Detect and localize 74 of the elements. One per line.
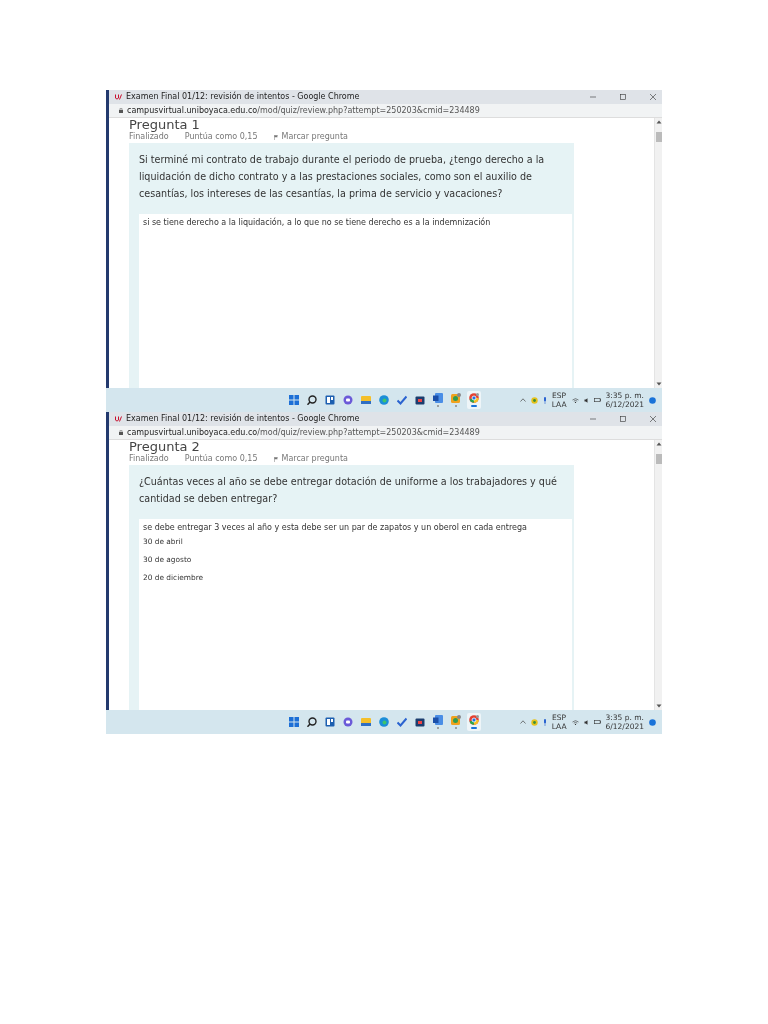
maximize-icon[interactable]: [620, 94, 626, 100]
browser-icon[interactable]: [379, 395, 389, 405]
question-text: Si terminé mi contrato de trabajo durante el periodo de prueba, ¿tengo derecho a la liquidación de dicho contrato y a las prestaciones sociales, como son el auxilio de cesantías, los intereses de las cesantías, la prima de servicio y vacaciones?: [139, 153, 546, 201]
bag-icon[interactable]: [415, 395, 425, 405]
close-icon[interactable]: [650, 94, 656, 100]
battery-icon[interactable]: [593, 720, 601, 724]
wifi-icon[interactable]: [571, 719, 579, 725]
folder-icon[interactable]: [361, 395, 371, 405]
browser-icon[interactable]: [379, 717, 389, 727]
flag-question-link[interactable]: Marcar pregunta: [273, 131, 348, 143]
close-icon[interactable]: [650, 416, 656, 422]
checkmark-icon[interactable]: [397, 395, 407, 405]
lock-icon: [119, 108, 123, 113]
lock-icon: [119, 430, 123, 435]
browser-icon[interactable]: [469, 715, 479, 726]
folder-icon[interactable]: [361, 717, 371, 727]
address-bar[interactable]: campusvirtual.uniboyaca.edu.co/mod/quiz/review.php?attempt=250203&cmid=234489: [109, 104, 662, 118]
speaker-icon[interactable]: [583, 397, 589, 403]
question-score: Puntúa como 0,15: [184, 132, 258, 143]
chevron-up-icon[interactable]: [519, 398, 526, 402]
question-state: Finalizado: [129, 131, 169, 143]
window-title: Examen Final 01/12: revisión de intentos - Google Chrome: [126, 413, 361, 425]
question-state: Finalizado: [129, 453, 169, 465]
browser-icon[interactable]: [469, 393, 479, 404]
microphone-icon[interactable]: [542, 718, 547, 726]
panel-icon[interactable]: [325, 395, 335, 405]
chevron-up-icon[interactable]: [519, 720, 526, 724]
scrollbar-thumb[interactable]: [655, 454, 662, 464]
microphone-icon[interactable]: [542, 396, 547, 404]
flag-question-link[interactable]: Marcar pregunta: [273, 453, 348, 465]
circle-icon[interactable]: [530, 718, 538, 726]
site-logo-icon: [115, 94, 122, 100]
address-bar[interactable]: campusvirtual.uniboyaca.edu.co/mod/quiz/review.php?attempt=250203&cmid=234489: [109, 426, 662, 440]
photo-icon[interactable]: [451, 393, 461, 404]
running-indicator: [471, 727, 477, 729]
grid-icon[interactable]: [289, 395, 299, 405]
page-url: campusvirtual.uniboyaca.edu.co/mod/quiz/review.php?attempt=250203&cmid=234489: [127, 104, 480, 117]
question-heading: Pregunta 1: [129, 118, 200, 131]
grid-icon[interactable]: [289, 717, 299, 727]
question-heading: Pregunta 2: [129, 440, 200, 453]
checkmark-icon[interactable]: [397, 717, 407, 727]
search-icon[interactable]: [307, 395, 317, 405]
notification-badge-icon[interactable]: [649, 718, 656, 726]
running-indicator: [471, 405, 477, 407]
battery-icon[interactable]: [593, 398, 601, 402]
circle-icon[interactable]: [530, 396, 538, 404]
document-icon[interactable]: [433, 715, 443, 726]
wifi-icon[interactable]: [571, 397, 579, 403]
site-logo-icon: [115, 416, 122, 422]
page-url: campusvirtual.uniboyaca.edu.co/mod/quiz/review.php?attempt=250203&cmid=234489: [127, 426, 480, 439]
scrollbar[interactable]: [654, 118, 662, 388]
search-icon[interactable]: [307, 717, 317, 727]
panel-icon[interactable]: [325, 717, 335, 727]
chat-bubble-icon[interactable]: [343, 717, 353, 727]
scroll-down-icon: [655, 704, 662, 708]
scrollbar[interactable]: [654, 440, 662, 710]
scroll-up-icon: [655, 120, 662, 124]
flag-icon: [273, 134, 278, 140]
maximize-icon[interactable]: [620, 416, 626, 422]
scroll-up-icon: [655, 442, 662, 446]
speaker-icon[interactable]: [583, 719, 589, 725]
chat-bubble-icon[interactable]: [343, 395, 353, 405]
answer-text: si se tiene derecho a la liquidación, a lo que no se tiene derecho es a la indemnización: [143, 217, 492, 228]
question-score: Puntúa como 0,15: [184, 454, 258, 465]
scrollbar-thumb[interactable]: [655, 132, 662, 142]
notification-badge-icon[interactable]: [649, 396, 656, 404]
answer-text: se debe entregar 3 veces al año y esta debe ser un par de zapatos y un oberol en cada entrega: [143, 522, 528, 533]
document-icon[interactable]: [433, 393, 443, 404]
bag-icon[interactable]: [415, 717, 425, 727]
question-text: ¿Cuántas veces al año se debe entregar dotación de uniforme a los trabajadores y qué cantidad se deben entregar?: [139, 475, 558, 506]
window-title: Examen Final 01/12: revisión de intentos - Google Chrome: [126, 91, 361, 103]
flag-icon: [273, 456, 278, 462]
scroll-down-icon: [655, 382, 662, 386]
photo-icon[interactable]: [451, 715, 461, 726]
